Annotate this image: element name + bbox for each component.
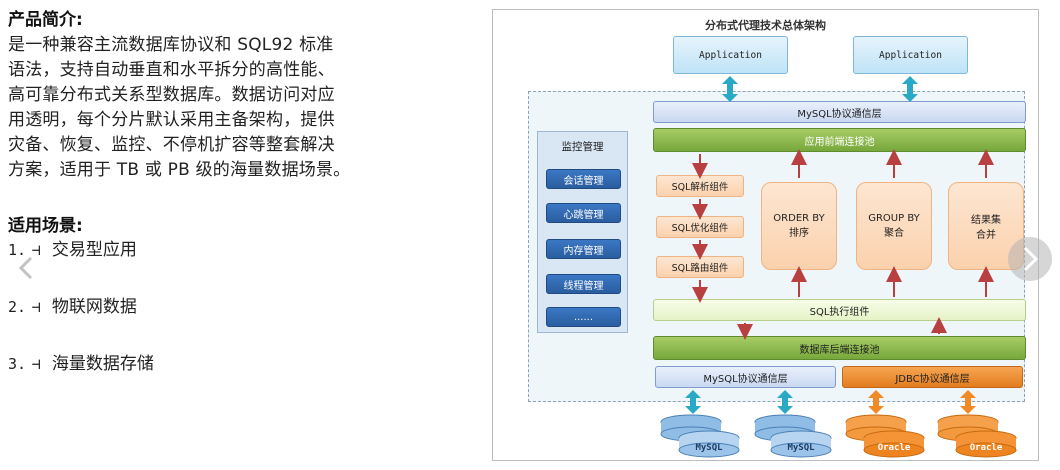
db-arrows-oracle xyxy=(868,390,976,414)
oracle-db-2-label: Oracle xyxy=(969,443,1003,453)
scenario-number: 3. xyxy=(8,355,27,373)
flow-arrows-red xyxy=(692,149,994,340)
intro-line: 灾备、恢复、监控、不停机扩容等整套解决 xyxy=(8,135,335,155)
oracle-db-1-label: Oracle xyxy=(877,443,911,453)
diagram-arrows xyxy=(660,76,1017,458)
product-text-panel: 产品简介: 是一种兼容主流数据库协议和 SQL92 标准 语法，支持自动垂直和水… xyxy=(8,8,478,376)
chevron-right-icon[interactable] xyxy=(1008,237,1052,281)
scenario-label: 海量数据存储 xyxy=(51,354,154,374)
scenarios-heading: 适用场景: xyxy=(8,216,83,236)
mysql-db-2-label: MySQL xyxy=(787,443,815,453)
intro-line: 方案，适用于 TB 或 PB 级的海量数据场景。 xyxy=(8,160,351,180)
mysql-db-1-label: MySQL xyxy=(695,443,723,453)
db-arrows-mysql xyxy=(685,390,793,414)
bullet-icon: ⊣ xyxy=(31,355,41,373)
intro-description: 是一种兼容主流数据库协议和 SQL92 标准 语法，支持自动垂直和水平拆分的高性… xyxy=(8,34,478,182)
scenario-number: 2. xyxy=(8,298,27,316)
intro-line: 是一种兼容主流数据库协议和 SQL92 标准 xyxy=(8,35,334,55)
app-arrow-right xyxy=(902,76,918,102)
intro-line: 高可靠分布式关系型数据库。数据访问对应 xyxy=(8,85,335,105)
intro-heading: 产品简介: xyxy=(8,10,83,30)
scenario-label: 交易型应用 xyxy=(51,240,137,260)
scenario-label: 物联网数据 xyxy=(51,297,137,317)
scenario-item: 3. ⊣ 海量数据存储 xyxy=(8,352,478,376)
chevron-left-icon[interactable] xyxy=(12,253,42,283)
bullet-icon: ⊣ xyxy=(31,298,41,316)
scenario-item: 1. ⊣ 交易型应用 xyxy=(8,238,478,262)
intro-line: 语法，支持自动垂直和水平拆分的高性能、 xyxy=(8,60,335,80)
architecture-diagram: 分布式代理技术总体架构 Application Application MySQ… xyxy=(492,9,1039,461)
intro-line: 用透明，每个分片默认采用主备架构，提供 xyxy=(8,110,335,130)
scenarios-section: 适用场景: 1. ⊣ 交易型应用 2. ⊣ 物联网数据 3. ⊣ 海量数据存储 xyxy=(8,214,478,376)
scenario-item: 2. ⊣ 物联网数据 xyxy=(8,295,478,319)
app-arrow-left xyxy=(722,76,738,102)
